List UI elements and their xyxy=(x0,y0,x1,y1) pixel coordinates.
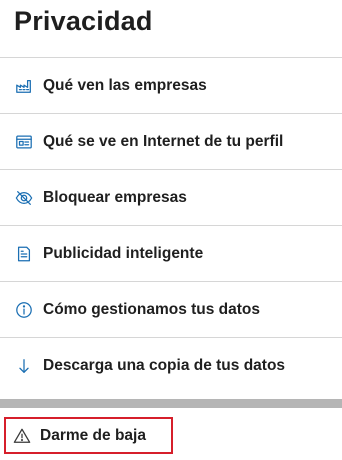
delete-account-label: Darme de baja xyxy=(40,426,146,444)
menu-item-block-companies[interactable]: Bloquear empresas xyxy=(0,169,342,225)
section-separator xyxy=(0,399,342,408)
warning-triangle-icon xyxy=(12,426,32,446)
menu-item-label: Cómo gestionamos tus datos xyxy=(43,300,261,318)
page-title: Privacidad xyxy=(14,6,153,36)
browser-window-icon xyxy=(14,132,34,152)
menu-item-label: Qué se ve en Internet de tu perfil xyxy=(43,132,284,150)
eye-slash-icon xyxy=(14,188,34,208)
menu-item-data-management[interactable]: Cómo gestionamos tus datos xyxy=(0,281,342,337)
delete-account-button[interactable]: Darme de baja xyxy=(4,417,173,454)
menu-item-label: Bloquear empresas xyxy=(43,188,187,206)
info-icon xyxy=(14,300,34,320)
menu-item-label: Publicidad inteligente xyxy=(43,244,204,262)
menu-item-companies-view[interactable]: Qué ven las empresas xyxy=(0,57,342,113)
document-list-icon xyxy=(14,244,34,264)
arrow-down-icon xyxy=(14,356,34,376)
factory-icon xyxy=(14,76,34,96)
menu-item-download-data[interactable]: Descarga una copia de tus datos xyxy=(0,337,342,393)
menu-item-label: Descarga una copia de tus datos xyxy=(43,356,286,374)
menu-item-label: Qué ven las empresas xyxy=(43,76,207,94)
menu-item-smart-ads[interactable]: Publicidad inteligente xyxy=(0,225,342,281)
privacy-menu: Qué ven las empresas Qué se ve en Intern… xyxy=(0,57,342,393)
menu-item-public-profile[interactable]: Qué se ve en Internet de tu perfil xyxy=(0,113,342,169)
